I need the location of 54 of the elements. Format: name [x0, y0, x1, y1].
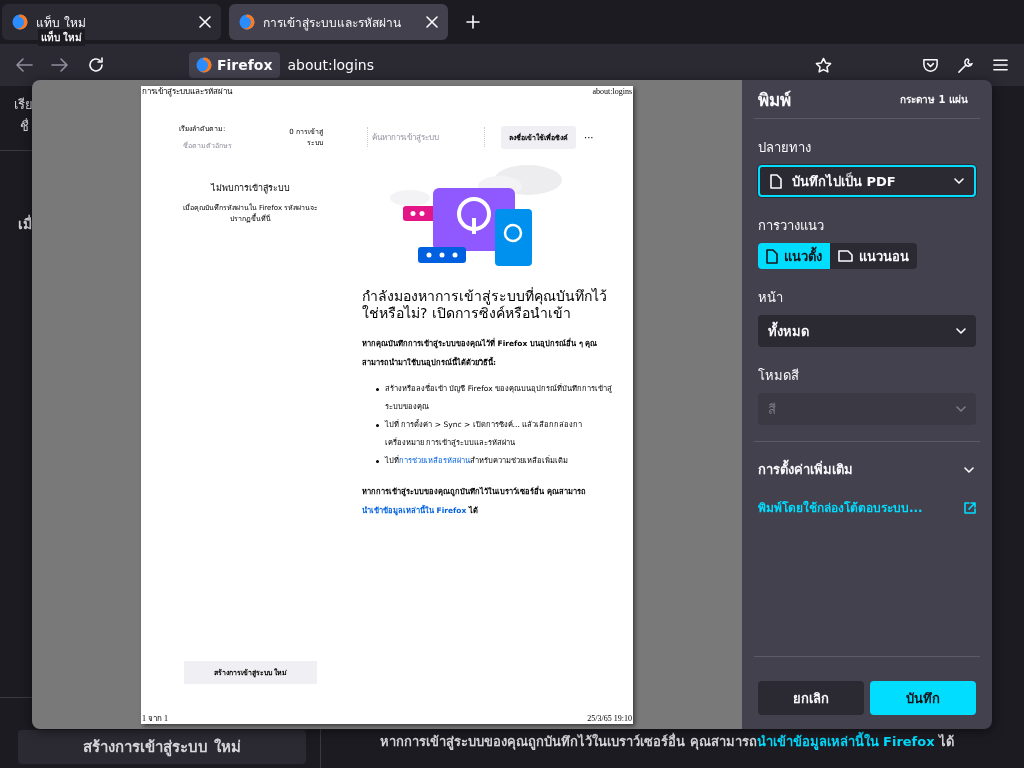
- reload-icon[interactable]: [87, 56, 105, 74]
- back-arrow-icon[interactable]: [15, 57, 33, 73]
- page-footer-text: 25/3/65 19:10: [587, 713, 632, 724]
- orientation-option[interactable]: แนวนอน: [830, 243, 917, 269]
- bullet-icon: [376, 388, 379, 391]
- identity-button[interactable]: Firefox: [189, 52, 280, 78]
- bullet-icon: [376, 424, 379, 427]
- system-dialog-link[interactable]: พิมพ์โดยใช้กล่องโต้ตอบระบบ...: [758, 498, 923, 517]
- menu-icon[interactable]: [992, 58, 1009, 72]
- document-icon: [770, 173, 782, 189]
- chevron-down-icon: [956, 406, 966, 412]
- cancel-button[interactable]: ยกเลิก: [758, 681, 864, 715]
- plus-icon[interactable]: [466, 15, 480, 29]
- browser-tab[interactable]: การเข้าสู่ระบบและรหัสผ่าน: [229, 4, 448, 40]
- more-button[interactable]: ···: [584, 131, 594, 143]
- tooltip: แท็บ ใหม่: [38, 29, 86, 46]
- wrench-icon[interactable]: [957, 56, 974, 74]
- document-icon: [838, 250, 853, 262]
- save-button[interactable]: บันทึก: [870, 681, 976, 715]
- forward-arrow-icon[interactable]: [51, 57, 69, 73]
- heading: กำลังมองหาการเข้าสู่ระบบที่คุณบันทึกไว้ใช่หรือไม่? เปิดการซิงค์หรือนำเข้า: [362, 288, 608, 322]
- dialog-title: พิมพ์: [758, 88, 791, 112]
- dropdown[interactable]: ทั้งหมด: [758, 315, 976, 347]
- page-header-text: การเข้าสู่ระบบและรหัสผ่าน: [142, 86, 232, 97]
- import-text: หากการเข้าสู่ระบบของคุณถูกบันทึกไว้ในเบราว์เซอร์อื่น คุณสามารถนำเข้าข้อมูลเหล่านี้ใน Firefox ได้: [380, 731, 1024, 752]
- page-footer-text: 1 จาก 1: [142, 713, 168, 724]
- more-settings-toggle[interactable]: การตั้งค่าเพิ่มเติม: [758, 459, 976, 480]
- bullet-icon: [376, 460, 379, 463]
- orientation-option[interactable]: แนวตั้ง: [758, 243, 830, 269]
- empty-title: ไม่พบการเข้าสู่ระบบ: [211, 182, 290, 195]
- search-field[interactable]: ค้นหาการเข้าสู่ระบบ: [367, 127, 485, 147]
- create-login-button[interactable]: สร้างการเข้าสู่ระบบ ใหม่: [18, 730, 306, 764]
- sheet-count: กระดาษ 1 แผ่น: [900, 92, 968, 107]
- close-icon[interactable]: [426, 16, 438, 28]
- sidebar-text: เรีย: [14, 96, 33, 114]
- chevron-down-icon: [954, 178, 964, 184]
- external-link-icon[interactable]: [964, 501, 976, 514]
- browser-logo-icon: [12, 14, 28, 30]
- page-header-text: about:logins: [592, 86, 632, 97]
- field-label: ปลายทาง: [758, 139, 812, 157]
- sidebar-text: เมื่: [18, 213, 32, 234]
- field-label: หน้า: [758, 289, 784, 307]
- chevron-down-icon: [964, 466, 974, 473]
- star-icon[interactable]: [815, 56, 832, 74]
- browser-logo-icon: [239, 14, 255, 30]
- field-label: โหมดสี: [758, 367, 800, 385]
- close-icon[interactable]: [199, 16, 211, 28]
- chevron-down-icon: [956, 328, 966, 334]
- field-label: การวางแนว: [758, 217, 825, 235]
- shield-icon[interactable]: [922, 56, 939, 74]
- browser-logo-icon: [196, 57, 212, 73]
- document-icon: [766, 248, 778, 264]
- dropdown[interactable]: บันทึกไปเป็น PDF: [758, 165, 976, 197]
- sidebar-text: ชื่: [19, 117, 29, 136]
